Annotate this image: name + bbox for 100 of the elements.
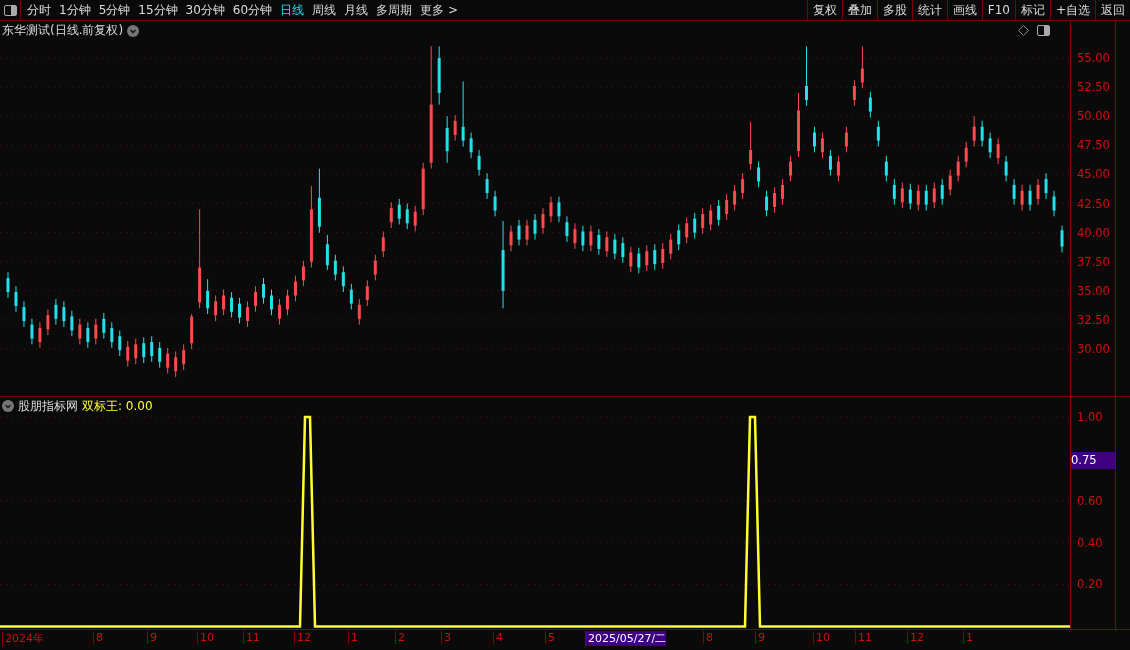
candle (317, 168, 321, 234)
candle (477, 149, 481, 177)
candle (14, 285, 18, 313)
period-tab[interactable]: 30分钟 (181, 0, 229, 20)
indicator-source: 股朋指标网 (18, 397, 78, 415)
indicator-reading: 双标王: 0.00 (82, 397, 153, 415)
candle (301, 260, 305, 287)
candle (413, 205, 417, 232)
candle (150, 335, 154, 363)
toolbar-button[interactable]: 复权 (806, 0, 842, 20)
candle (118, 329, 122, 357)
candle (222, 289, 226, 316)
candle (158, 341, 162, 369)
toolbar-button[interactable]: F10 (981, 0, 1015, 20)
candle (629, 246, 633, 273)
toolbar-button[interactable]: 叠加 (841, 0, 877, 20)
candle (421, 162, 425, 216)
period-tab[interactable]: 1分钟 (55, 0, 95, 20)
candle (469, 132, 473, 159)
candle (709, 204, 713, 231)
candle (964, 141, 968, 168)
candle (717, 199, 721, 227)
period-tab[interactable]: 60分钟 (228, 0, 277, 20)
candle (341, 265, 345, 293)
candle (254, 285, 257, 313)
date-label: 5 (545, 631, 555, 645)
candle (820, 132, 824, 159)
toolbar-button[interactable]: 画线 (946, 0, 982, 20)
candle (1060, 225, 1064, 253)
chevron-down-icon[interactable] (127, 24, 140, 37)
chevron-down-icon[interactable] (2, 400, 14, 413)
candle (6, 271, 10, 299)
candle (765, 190, 769, 217)
chart-title: 东华测试(日线.前复权) (2, 22, 124, 39)
indicator-label: 0.20 (1077, 577, 1103, 592)
candle (94, 318, 98, 345)
candle (741, 172, 745, 200)
candle (62, 300, 66, 328)
candle (557, 196, 561, 223)
period-tab[interactable]: 更多 > (416, 0, 462, 20)
candle (892, 178, 896, 206)
candle (733, 184, 737, 211)
candle (246, 300, 250, 328)
candle (174, 350, 178, 378)
candle (525, 219, 529, 246)
toolbar-button[interactable]: 标记 (1014, 0, 1050, 20)
date-label: 2 (395, 631, 405, 645)
candle (397, 198, 401, 225)
date-label: 12 (907, 631, 924, 645)
candle (405, 203, 409, 230)
candle (749, 121, 753, 171)
period-tab[interactable]: 月线 (340, 0, 373, 20)
candle (293, 275, 297, 302)
candle (357, 298, 361, 326)
candle (781, 178, 785, 206)
diamond-icon[interactable] (1018, 24, 1029, 36)
toolbar-button[interactable]: 返回 (1095, 0, 1130, 20)
date-label: 9 (755, 631, 765, 645)
period-tab[interactable]: 5分钟 (94, 0, 135, 20)
period-tab[interactable]: 15分钟 (134, 0, 182, 20)
candle (852, 79, 856, 107)
candle (844, 126, 848, 153)
candle (581, 225, 585, 252)
date-label: 1 (348, 631, 358, 645)
candle (972, 115, 976, 147)
panel-toggle-icon[interactable] (1037, 24, 1050, 36)
date-label: 8 (703, 631, 713, 645)
toolbar-button[interactable]: 多股 (876, 0, 912, 20)
toolbar-button[interactable]: 统计 (911, 0, 947, 20)
candle (373, 254, 377, 281)
candle (661, 242, 665, 270)
candle (78, 318, 82, 345)
candle (533, 213, 537, 241)
candle (70, 310, 74, 337)
toolbar-button[interactable]: +自选 (1049, 0, 1095, 20)
candle (701, 207, 705, 235)
candle (166, 347, 170, 374)
candle (685, 217, 689, 244)
date-label: 8 (93, 631, 103, 645)
candle (54, 298, 58, 326)
candle (333, 254, 337, 281)
price-label: 52.50 (1077, 80, 1110, 95)
candle (916, 184, 920, 211)
candle (940, 178, 944, 206)
period-tab[interactable]: 周线 (308, 0, 341, 20)
candle (813, 126, 816, 153)
candle (230, 291, 234, 319)
price-label: 42.50 (1077, 196, 1110, 211)
candle (677, 224, 681, 251)
candle (868, 91, 872, 118)
candle (1004, 155, 1008, 182)
period-tab[interactable]: 日线 (276, 0, 309, 20)
candle (605, 230, 609, 258)
candle (1020, 184, 1024, 211)
candle (445, 115, 449, 164)
period-tab[interactable]: 多周期 (372, 0, 417, 20)
date-label: 2024年 (2, 631, 44, 647)
candle (214, 295, 218, 322)
period-tab[interactable]: 分时 (23, 0, 55, 20)
price-label: 55.00 (1077, 51, 1110, 65)
